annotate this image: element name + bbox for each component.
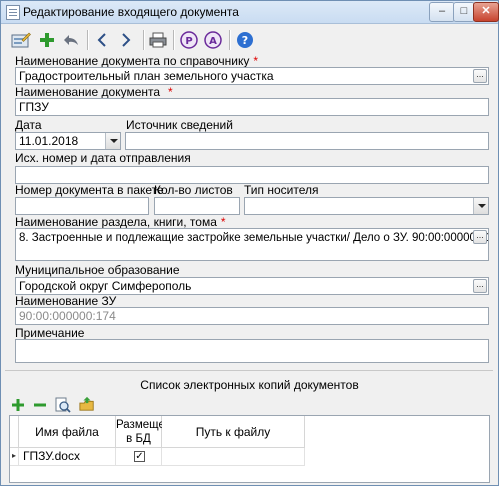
undo-icon[interactable] — [60, 29, 82, 51]
col-path-header[interactable]: Путь к файлу — [162, 416, 305, 448]
close-button[interactable]: ✕ — [473, 2, 499, 22]
zu-name-label: Наименование ЗУ — [15, 294, 117, 308]
row-header-corner — [10, 416, 19, 448]
cell-in-db[interactable]: ✓ — [116, 448, 162, 466]
window-title: Редактирование входящего документа — [23, 5, 239, 19]
source-label: Источник сведений — [126, 118, 233, 132]
upload-copy-icon[interactable] — [79, 396, 95, 412]
out-number-label: Исх. номер и дата отправления — [15, 151, 191, 165]
section-ellipsis-button[interactable]: ... — [473, 230, 487, 244]
pkg-number-input[interactable] — [15, 197, 149, 215]
print-icon[interactable] — [147, 29, 169, 51]
municipality-field[interactable]: Городской округ Симферополь — [15, 277, 489, 295]
toolbar-separator — [229, 30, 231, 50]
section-label: Наименование раздела, книги, тома * — [15, 215, 226, 229]
date-dropdown-button[interactable] — [105, 133, 120, 149]
cell-path[interactable] — [162, 448, 305, 466]
doc-name-ref-field[interactable]: Градостроительный план земельного участк… — [15, 67, 489, 85]
copies-grid: Имя файла Размещен в БД Путь к файлу ▸ Г… — [9, 415, 490, 483]
note-label: Примечание — [15, 326, 85, 340]
toolbar-separator — [87, 30, 89, 50]
p-icon[interactable]: P — [178, 29, 200, 51]
title-bar: Редактирование входящего документа – □ ✕ — [1, 1, 499, 24]
doc-name-ref-label: Наименование документа по справочнику * — [15, 54, 259, 68]
back-icon[interactable] — [91, 29, 113, 51]
document-icon — [6, 5, 20, 20]
media-type-label: Тип носителя — [244, 183, 319, 197]
col-file-name-header[interactable]: Имя файла — [19, 416, 116, 448]
a-icon[interactable]: A — [202, 29, 224, 51]
a-letter: A — [209, 36, 217, 47]
cell-file-name[interactable]: ГПЗУ.docx — [19, 448, 116, 466]
municipality-label: Муниципальное образование — [15, 263, 180, 277]
sheets-label: Кол-во листов — [154, 183, 233, 197]
forward-icon[interactable] — [115, 29, 137, 51]
required-mark: * — [253, 54, 259, 68]
help-icon[interactable]: ? — [234, 29, 256, 51]
note-input[interactable] — [15, 339, 489, 363]
maximize-button[interactable]: □ — [453, 2, 475, 22]
source-input[interactable] — [125, 132, 489, 150]
edit-icon[interactable] — [10, 29, 32, 51]
media-type-select[interactable] — [244, 197, 489, 215]
required-mark: * — [220, 215, 226, 229]
toolbar-separator — [173, 30, 175, 50]
copies-title: Список электронных копий документов — [140, 378, 359, 392]
doc-name-ref-ellipsis-button[interactable]: ... — [473, 69, 487, 83]
add-copy-icon[interactable] — [10, 397, 26, 413]
p-letter: P — [185, 36, 192, 47]
col-in-db-header[interactable]: Размещен в БД — [116, 416, 171, 448]
help-letter: ? — [242, 34, 248, 47]
toolbar-separator — [143, 30, 145, 50]
section-input[interactable]: 8. Застроенные и подлежащие застройке зе… — [15, 228, 489, 261]
required-mark: * — [168, 85, 173, 99]
edit-incoming-document-window: Редактирование входящего документа – □ ✕… — [0, 0, 499, 486]
doc-name-label: Наименование документа * — [15, 85, 173, 99]
add-icon[interactable] — [36, 29, 58, 51]
in-db-checkbox[interactable]: ✓ — [134, 451, 145, 462]
toolbar: P A ? — [1, 24, 498, 56]
remove-copy-icon[interactable] — [32, 397, 48, 413]
sheets-input[interactable] — [154, 197, 240, 215]
date-label: Дата — [15, 118, 42, 132]
out-number-input[interactable] — [15, 166, 489, 184]
pkg-number-label: Номер документа в пакете — [15, 183, 164, 197]
section-divider — [5, 370, 493, 371]
minimize-button[interactable]: – — [429, 2, 455, 22]
zu-name-input: 90:00:000000:174 — [15, 307, 489, 325]
doc-name-input[interactable]: ГПЗУ — [15, 98, 489, 116]
municipality-ellipsis-button[interactable]: ... — [473, 279, 487, 293]
media-type-dropdown-button[interactable] — [473, 198, 488, 214]
view-copy-icon[interactable] — [55, 397, 71, 413]
row-indicator: ▸ — [10, 448, 19, 466]
